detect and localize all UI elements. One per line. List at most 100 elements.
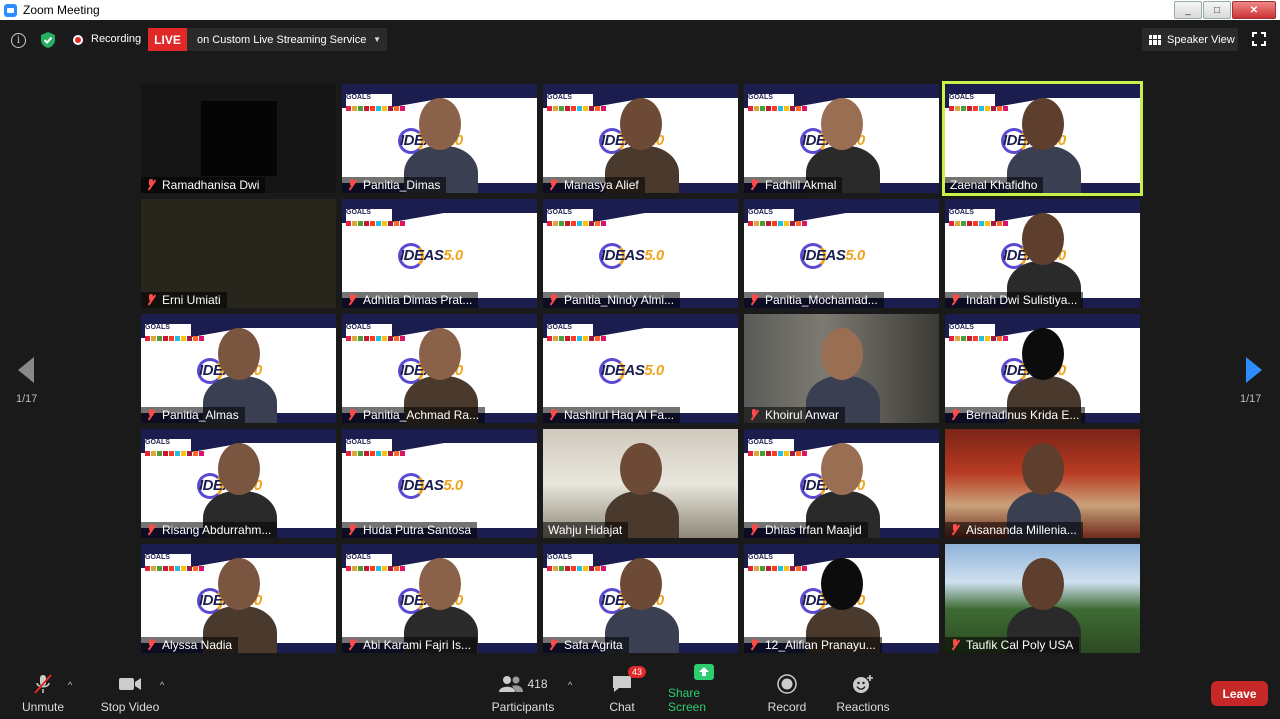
video-tile[interactable]: GOALSIDEAS5.012_Alifian Pranayu... xyxy=(744,544,939,653)
video-tile[interactable]: GOALSIDEAS5.0Bernadinus Krida E... xyxy=(945,314,1140,423)
ideas-version: 5.0 xyxy=(443,477,463,494)
participant-name-tag: Manasya Alief xyxy=(543,177,645,193)
muted-microphone-icon xyxy=(950,524,960,536)
participant-name: Abi Karami Fajri Is... xyxy=(363,638,472,652)
info-icon[interactable]: i xyxy=(11,33,26,48)
sdg-color-strip xyxy=(949,221,1008,226)
recording-label[interactable]: Recording xyxy=(91,33,141,45)
sdg-color-strip xyxy=(145,566,204,571)
video-tile[interactable]: Khoirul Anwar xyxy=(744,314,939,423)
participants-button[interactable]: 418 Participants xyxy=(491,668,555,719)
speaker-view-button[interactable]: Speaker View xyxy=(1142,28,1238,51)
stop-video-button[interactable]: Stop Video xyxy=(100,668,160,719)
muted-microphone-icon xyxy=(749,294,759,306)
leave-meeting-button[interactable]: Leave xyxy=(1211,681,1268,706)
right-page-counter: 1/17 xyxy=(1240,393,1262,405)
video-tile[interactable]: GOALSIDEAS5.0Abi Karami Fajri Is... xyxy=(342,544,537,653)
participant-name: Alyssa Nadia xyxy=(162,638,233,652)
video-tile[interactable]: Taufik Cal Poly USA xyxy=(945,544,1140,653)
participant-name: Bernadinus Krida E... xyxy=(966,408,1080,422)
video-options-caret-icon[interactable]: ^ xyxy=(160,680,164,690)
ideas-word: IDEAS xyxy=(802,247,846,264)
sdg-color-strip xyxy=(346,106,405,111)
video-tile[interactable]: GOALSIDEAS5.0Panitia_Almas xyxy=(141,314,336,423)
live-badge[interactable]: LIVE xyxy=(148,28,187,51)
stream-service-dropdown[interactable]: on Custom Live Streaming Service ▼ xyxy=(187,28,387,51)
participant-name-tag: Abi Karami Fajri Is... xyxy=(342,637,478,653)
participant-name-tag: Nashirul Haq Al Fa... xyxy=(543,407,681,423)
ideas-version: 5.0 xyxy=(644,362,664,379)
video-tile[interactable]: GOALSIDEAS5.0Fadhiil Akmal xyxy=(744,84,939,193)
participant-name-tag: Khoirul Anwar xyxy=(744,407,846,423)
share-screen-button[interactable]: Share Screen xyxy=(668,664,740,719)
ideas-version: 5.0 xyxy=(845,247,865,264)
maximize-button[interactable]: □ xyxy=(1203,1,1231,19)
video-tile[interactable]: Aisananda Millenia... xyxy=(945,429,1140,538)
participant-head xyxy=(1022,98,1064,150)
video-tile[interactable]: GOALSIDEAS5.0Zaenal Khafidho xyxy=(942,81,1143,196)
video-camera-icon xyxy=(116,673,144,695)
video-tile[interactable]: GOALS IDEAS5.0 Adhitia Dimas Prat... xyxy=(342,199,537,308)
muted-microphone-icon xyxy=(146,524,156,536)
fullscreen-icon[interactable] xyxy=(1252,32,1266,46)
sdg-color-strip xyxy=(547,336,606,341)
video-tile[interactable]: GOALS IDEAS5.0 Huda Putra Santosa xyxy=(342,429,537,538)
participant-name-tag: Taufik Cal Poly USA xyxy=(945,637,1080,653)
video-tile[interactable]: GOALSIDEAS5.0Manasya Alief xyxy=(543,84,738,193)
window-title: Zoom Meeting xyxy=(23,3,100,17)
participant-name: Huda Putra Santosa xyxy=(363,523,472,537)
audio-options-caret-icon[interactable]: ^ xyxy=(68,680,72,690)
sdg-color-strip xyxy=(145,451,204,456)
video-tile[interactable]: GOALS IDEAS5.0 Nashirul Haq Al Fa... xyxy=(543,314,738,423)
close-button[interactable]: ✕ xyxy=(1232,1,1276,19)
video-tile[interactable]: GOALSIDEAS5.0Dhias Irfan Maajid xyxy=(744,429,939,538)
sdg-color-strip xyxy=(748,451,807,456)
zoom-logo-icon xyxy=(4,3,17,17)
video-tile[interactable]: GOALSIDEAS5.0Alyssa Nadia xyxy=(141,544,336,653)
participant-head xyxy=(620,558,662,610)
unmute-button[interactable]: Unmute xyxy=(18,668,68,719)
muted-microphone-icon xyxy=(347,294,357,306)
next-page-arrow-icon[interactable] xyxy=(1246,357,1262,383)
participant-head xyxy=(821,98,863,150)
minimize-button[interactable]: _ xyxy=(1174,1,1202,19)
participant-head xyxy=(1022,213,1064,265)
ideas-version: 5.0 xyxy=(443,247,463,264)
shield-icon[interactable] xyxy=(40,31,56,49)
video-tile[interactable]: GOALSIDEAS5.0Panitia_Achmad Ra... xyxy=(342,314,537,423)
video-tile[interactable]: GOALS IDEAS5.0 Panitia_Mochamad... xyxy=(744,199,939,308)
participant-name: Fadhiil Akmal xyxy=(765,178,837,192)
muted-microphone-icon xyxy=(548,294,558,306)
participant-head xyxy=(419,558,461,610)
video-tile[interactable]: GOALS IDEAS5.0 Panitia_Nindy Almi... xyxy=(543,199,738,308)
muted-microphone-icon xyxy=(749,179,759,191)
video-tile[interactable]: Wahju Hidajat xyxy=(543,429,738,538)
speaker-view-label: Speaker View xyxy=(1167,33,1235,46)
share-screen-icon xyxy=(690,663,718,681)
muted-microphone-icon xyxy=(347,524,357,536)
chat-button[interactable]: 43 Chat xyxy=(602,666,646,719)
muted-microphone-icon xyxy=(950,409,960,421)
ideas-logo-text: IDEAS5.0 xyxy=(400,247,463,264)
video-tile[interactable]: Ramadhanisa Dwi xyxy=(141,84,336,193)
participant-name-tag: Safa Agrita xyxy=(543,637,629,653)
ideas-word: IDEAS xyxy=(601,247,645,264)
participant-name: Panitia_Nindy Almi... xyxy=(564,293,675,307)
video-tile[interactable]: Erni Umiati xyxy=(141,199,336,308)
participant-head xyxy=(218,328,260,380)
previous-page-arrow-icon[interactable] xyxy=(18,357,34,383)
participants-icon: 418 xyxy=(493,673,553,695)
video-tile[interactable]: GOALSIDEAS5.0Safa Agrita xyxy=(543,544,738,653)
sdg-color-strip xyxy=(547,566,606,571)
video-tile[interactable]: GOALSIDEAS5.0Panitia_Dimas xyxy=(342,84,537,193)
ideas-word: IDEAS xyxy=(601,362,645,379)
muted-microphone-icon xyxy=(749,639,759,651)
participants-options-caret-icon[interactable]: ^ xyxy=(568,680,572,690)
record-button[interactable]: Record xyxy=(766,668,808,719)
reactions-button[interactable]: Reactions xyxy=(834,668,892,719)
participant-name-tag: Huda Putra Santosa xyxy=(342,522,478,538)
participant-name-tag: Erni Umiati xyxy=(141,292,227,308)
video-tile[interactable]: GOALSIDEAS5.0Indah Dwi Sulistiya... xyxy=(945,199,1140,308)
video-tile[interactable]: GOALSIDEAS5.0Risang Abdurrahm... xyxy=(141,429,336,538)
participant-head xyxy=(419,328,461,380)
